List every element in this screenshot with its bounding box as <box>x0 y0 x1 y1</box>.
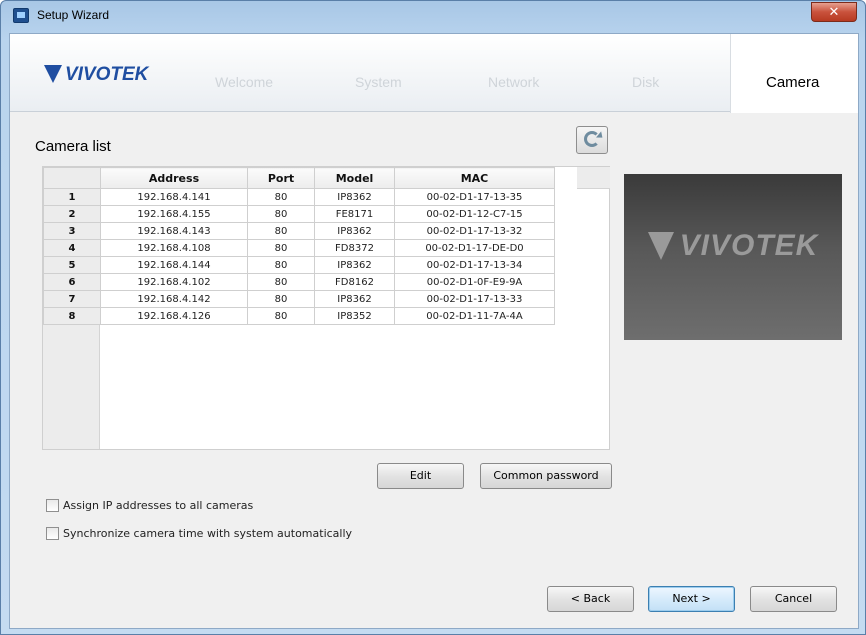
back-button[interactable]: < Back <box>547 586 634 612</box>
cancel-button[interactable]: Cancel <box>750 586 837 612</box>
cell-port: 80 <box>247 188 315 206</box>
row-index: 3 <box>43 222 101 240</box>
next-button[interactable]: Next > <box>648 586 735 612</box>
table-header-row: Address Port Model MAC <box>43 167 555 189</box>
row-index: 8 <box>43 307 101 325</box>
table-row[interactable]: 7 192.168.4.142 80 IP8362 00-02-D1-17-13… <box>43 290 555 308</box>
sync-time-label: Synchronize camera time with system auto… <box>63 527 353 540</box>
vivotek-logo-icon <box>647 232 674 260</box>
step-system: System <box>355 74 402 90</box>
common-password-button[interactable]: Common password <box>480 463 612 489</box>
preview-vivotek-logo: VIVOTEK <box>624 229 842 263</box>
cell-address: 192.168.4.126 <box>100 307 248 325</box>
cell-mac: 00-02-D1-12-C7-15 <box>394 205 555 223</box>
grid-header-filler <box>577 167 610 189</box>
column-header-model[interactable]: Model <box>314 167 395 189</box>
assign-ip-checkbox[interactable] <box>46 499 59 512</box>
column-header-mac[interactable]: MAC <box>394 167 555 189</box>
cell-model: FD8372 <box>314 239 395 257</box>
step-camera-active: Camera <box>730 34 858 113</box>
assign-ip-option[interactable]: Assign IP addresses to all cameras <box>46 499 253 512</box>
table-row[interactable]: 5 192.168.4.144 80 IP8362 00-02-D1-17-13… <box>43 256 555 274</box>
refresh-button[interactable] <box>576 126 608 154</box>
vivotek-logo: VIVOTEK <box>44 64 148 86</box>
camera-list-title: Camera list <box>35 138 111 155</box>
cell-address: 192.168.4.155 <box>100 205 248 223</box>
step-welcome: Welcome <box>215 74 274 90</box>
cell-model: FD8162 <box>314 273 395 291</box>
app-icon <box>13 8 29 23</box>
cell-mac: 00-02-D1-17-13-33 <box>394 290 555 308</box>
title-bar: Setup Wizard ✕ <box>1 1 865 31</box>
cell-mac: 00-02-D1-17-13-35 <box>394 188 555 206</box>
wizard-client-area: VIVOTEK Welcome System Network Disk Came… <box>9 33 859 629</box>
column-header-address[interactable]: Address <box>100 167 248 189</box>
camera-preview: VIVOTEK <box>624 174 842 340</box>
cell-address: 192.168.4.143 <box>100 222 248 240</box>
step-camera-label: Camera <box>766 74 820 91</box>
cell-port: 80 <box>247 290 315 308</box>
cell-mac: 00-02-D1-17-13-34 <box>394 256 555 274</box>
edit-button[interactable]: Edit <box>377 463 464 489</box>
table-row[interactable]: 2 192.168.4.155 80 FE8171 00-02-D1-12-C7… <box>43 205 555 223</box>
assign-ip-label: Assign IP addresses to all cameras <box>63 499 254 512</box>
window-title: Setup Wizard <box>37 8 110 22</box>
wizard-header: VIVOTEK Welcome System Network Disk Came… <box>10 34 858 113</box>
cell-port: 80 <box>247 307 315 325</box>
cell-port: 80 <box>247 256 315 274</box>
cell-model: IP8352 <box>314 307 395 325</box>
cell-port: 80 <box>247 239 315 257</box>
cell-address: 192.168.4.102 <box>100 273 248 291</box>
cell-mac: 00-02-D1-17-13-32 <box>394 222 555 240</box>
column-header-port[interactable]: Port <box>247 167 315 189</box>
table-corner <box>43 167 101 189</box>
cell-mac: 00-02-D1-0F-E9-9A <box>394 273 555 291</box>
cell-mac: 00-02-D1-11-7A-4A <box>394 307 555 325</box>
cell-address: 192.168.4.108 <box>100 239 248 257</box>
cell-model: IP8362 <box>314 222 395 240</box>
cell-address: 192.168.4.142 <box>100 290 248 308</box>
close-button[interactable]: ✕ <box>811 2 857 22</box>
table-row[interactable]: 3 192.168.4.143 80 IP8362 00-02-D1-17-13… <box>43 222 555 240</box>
camera-table: Address Port Model MAC 1 192.168.4.141 8… <box>43 167 555 325</box>
step-disk: Disk <box>632 74 660 90</box>
cell-model: IP8362 <box>314 256 395 274</box>
sync-time-checkbox[interactable] <box>46 527 59 540</box>
cell-port: 80 <box>247 222 315 240</box>
row-index: 1 <box>43 188 101 206</box>
table-row[interactable]: 1 192.168.4.141 80 IP8362 00-02-D1-17-13… <box>43 188 555 206</box>
table-row[interactable]: 8 192.168.4.126 80 IP8352 00-02-D1-11-7A… <box>43 307 555 325</box>
table-row[interactable]: 4 192.168.4.108 80 FD8372 00-02-D1-17-DE… <box>43 239 555 257</box>
row-index: 2 <box>43 205 101 223</box>
cell-mac: 00-02-D1-17-DE-D0 <box>394 239 555 257</box>
step-network: Network <box>488 74 540 90</box>
setup-wizard-window: Setup Wizard ✕ VIVOTEK Welcome System Ne… <box>0 0 866 635</box>
cell-model: FE8171 <box>314 205 395 223</box>
camera-list-grid[interactable]: Address Port Model MAC 1 192.168.4.141 8… <box>42 166 610 450</box>
row-index: 6 <box>43 273 101 291</box>
row-index: 4 <box>43 239 101 257</box>
cell-address: 192.168.4.144 <box>100 256 248 274</box>
cell-model: IP8362 <box>314 290 395 308</box>
table-row[interactable]: 6 192.168.4.102 80 FD8162 00-02-D1-0F-E9… <box>43 273 555 291</box>
refresh-icon <box>584 131 600 147</box>
row-index: 7 <box>43 290 101 308</box>
row-index: 5 <box>43 256 101 274</box>
cell-address: 192.168.4.141 <box>100 188 248 206</box>
sync-time-option[interactable]: Synchronize camera time with system auto… <box>46 527 352 540</box>
cell-model: IP8362 <box>314 188 395 206</box>
cell-port: 80 <box>247 205 315 223</box>
vivotek-logo-icon <box>44 65 62 85</box>
cell-port: 80 <box>247 273 315 291</box>
